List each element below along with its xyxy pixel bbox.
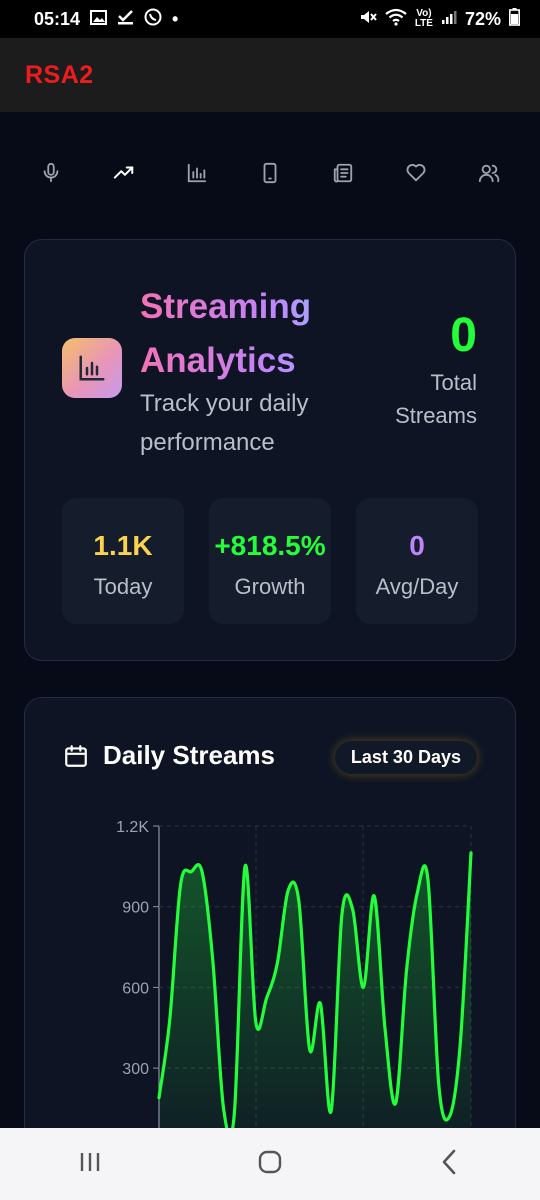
chart-y-tick-label: 600 bbox=[122, 980, 149, 997]
news-icon bbox=[333, 163, 353, 183]
chart-y-tick-label: 300 bbox=[122, 1061, 149, 1078]
check-download-icon bbox=[117, 9, 134, 30]
trending-up-icon bbox=[113, 166, 134, 179]
app-bar: RSA2 bbox=[0, 38, 540, 112]
calendar-icon bbox=[65, 744, 87, 767]
stat-value: +818.5% bbox=[214, 530, 326, 561]
mic-icon bbox=[43, 162, 59, 183]
volte-indicator: Vo) LTE bbox=[414, 8, 433, 29]
stat-today: 1.1K Today bbox=[62, 498, 184, 624]
tab-mic[interactable] bbox=[28, 150, 74, 196]
tab-charts[interactable] bbox=[174, 150, 220, 196]
analytics-subtitle: Track your daily performance bbox=[140, 390, 309, 456]
stat-avg-day: 0 Avg/Day bbox=[356, 498, 478, 624]
tab-news[interactable] bbox=[320, 150, 366, 196]
back-icon bbox=[442, 1149, 456, 1174]
stat-growth: +818.5% Growth bbox=[209, 498, 331, 624]
tab-trending[interactable] bbox=[101, 150, 147, 196]
stat-value: 1.1K bbox=[93, 530, 153, 561]
recent-apps-button[interactable] bbox=[75, 1147, 105, 1182]
daily-streams-title: Daily Streams bbox=[103, 740, 275, 770]
battery-icon bbox=[509, 7, 520, 31]
signal-icon bbox=[441, 9, 457, 30]
battery-percent: 72% bbox=[464, 8, 501, 29]
status-bar: 05:14 • Vo) LTE 72% bbox=[0, 0, 540, 38]
mute-icon bbox=[359, 8, 377, 31]
app-title: RSA2 bbox=[25, 60, 94, 89]
chart-y-tick-label: 900 bbox=[122, 900, 149, 917]
home-icon bbox=[258, 1150, 282, 1173]
gallery-icon bbox=[90, 9, 108, 30]
heart-icon bbox=[406, 164, 426, 182]
total-streams-label: Total Streams bbox=[395, 370, 477, 428]
stat-value: 0 bbox=[409, 530, 425, 561]
status-time: 05:14 bbox=[34, 8, 81, 29]
notification-dot: • bbox=[172, 8, 179, 29]
streaming-analytics-card: Streaming Analytics Track your daily per… bbox=[24, 239, 516, 661]
analytics-badge bbox=[62, 338, 122, 398]
home-button[interactable] bbox=[255, 1147, 285, 1182]
bar-chart-icon bbox=[79, 355, 105, 381]
tab-favorites[interactable] bbox=[393, 150, 439, 196]
recent-apps-icon bbox=[80, 1152, 100, 1171]
analytics-title: Streaming Analytics bbox=[140, 280, 360, 388]
back-button[interactable] bbox=[435, 1147, 465, 1182]
tab-row bbox=[28, 150, 512, 196]
stat-label: Today bbox=[93, 574, 153, 599]
wifi-icon bbox=[385, 8, 407, 31]
system-nav-bar bbox=[0, 1128, 540, 1200]
stat-label: Growth bbox=[234, 574, 306, 599]
daily-streams-header: Daily Streams bbox=[63, 740, 275, 771]
chart-y-tick-label: 1.2K bbox=[116, 819, 149, 836]
users-icon bbox=[478, 164, 500, 183]
total-streams-value: 0 bbox=[450, 309, 477, 362]
bar-chart-icon bbox=[187, 163, 207, 183]
whatsapp-icon bbox=[144, 8, 162, 31]
phone-icon bbox=[263, 162, 277, 184]
tab-device[interactable] bbox=[247, 150, 293, 196]
tab-users[interactable] bbox=[466, 150, 512, 196]
stat-label: Avg/Day bbox=[375, 574, 459, 599]
daily-streams-card: 1.2K 900 600 300 Daily Streams Last 30 Days bbox=[24, 697, 516, 1158]
range-selector-button[interactable]: Last 30 Days bbox=[334, 741, 477, 774]
